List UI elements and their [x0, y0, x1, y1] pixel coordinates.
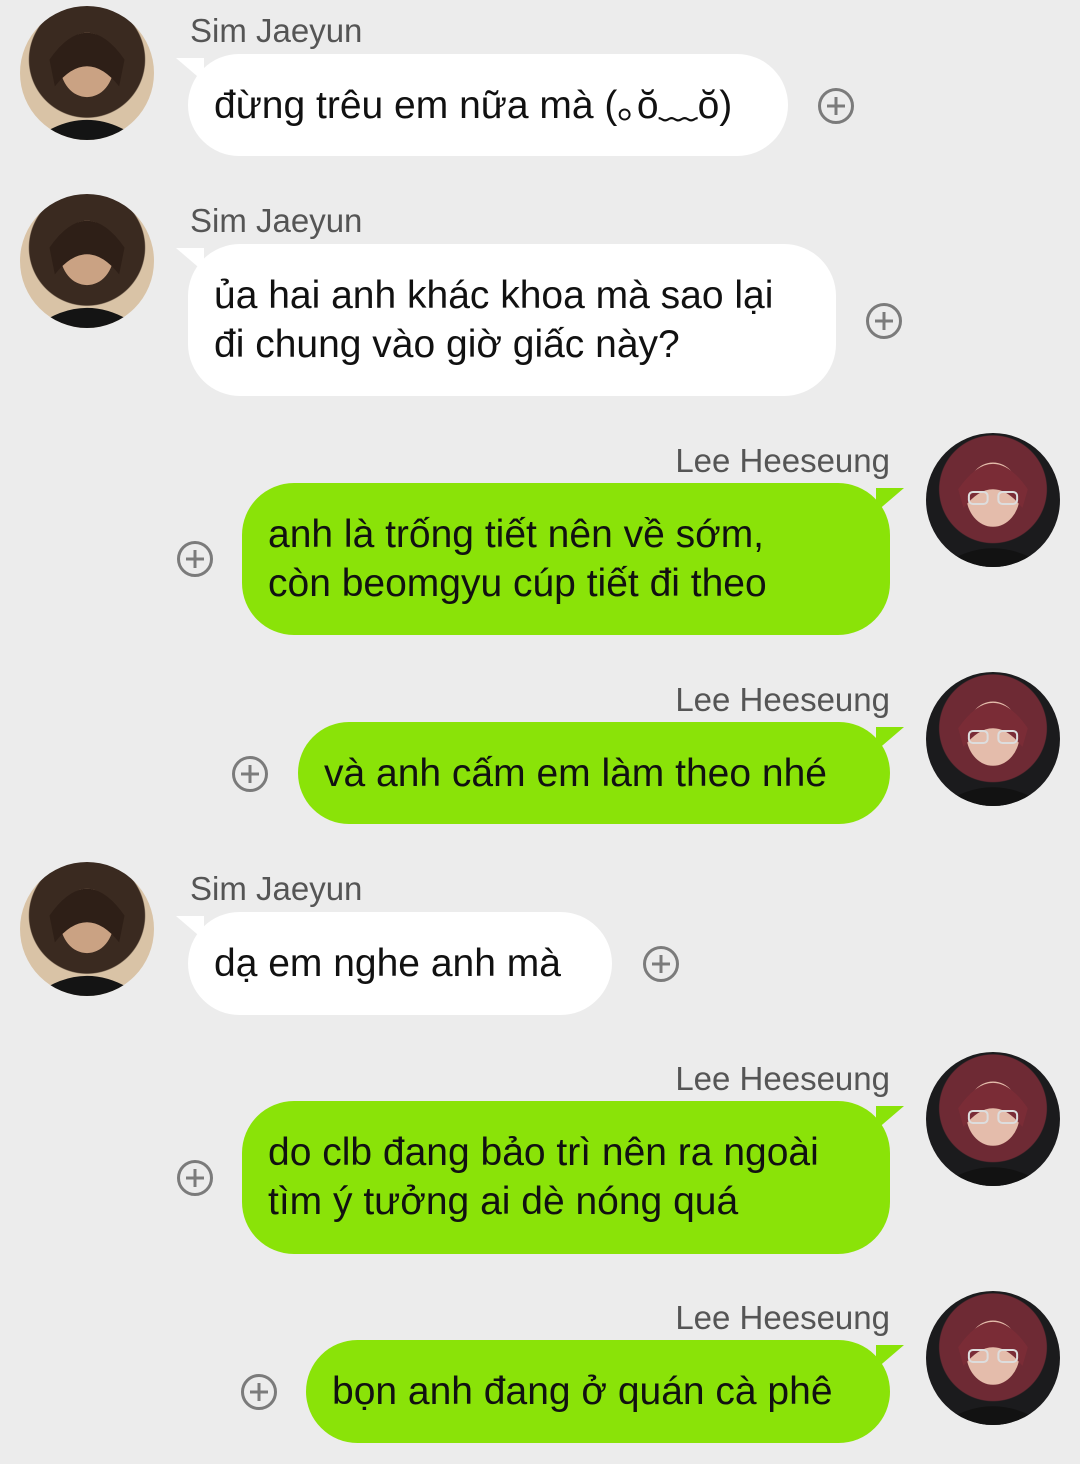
avatar[interactable]	[926, 1052, 1060, 1186]
avatar-image	[33, 32, 141, 140]
sender-name: Lee Heeseung	[675, 681, 890, 718]
avatar-image	[939, 462, 1047, 567]
avatar-image	[939, 1320, 1047, 1425]
sender-name: Sim Jaeyun	[190, 12, 363, 49]
avatar-image	[939, 1081, 1047, 1186]
avatar[interactable]	[20, 194, 154, 328]
sender-name: Lee Heeseung	[675, 1299, 890, 1336]
avatar[interactable]	[926, 1291, 1060, 1425]
chat-thread: Sim Jaeyun đừng trêu em nữa mà (｡ŏ﹏ŏ) Si…	[0, 0, 1080, 1464]
sender-name: Sim Jaeyun	[190, 202, 363, 239]
message-bubble[interactable]: anh là trống tiết nên về sớm, còn beomgy…	[242, 483, 890, 635]
avatar[interactable]	[926, 672, 1060, 806]
plus-circle-icon[interactable]	[643, 946, 679, 982]
message-bubble[interactable]: bọn anh đang ở quán cà phê	[306, 1340, 890, 1443]
plus-circle-icon[interactable]	[177, 1160, 213, 1196]
plus-circle-icon[interactable]	[818, 88, 854, 124]
avatar[interactable]	[926, 433, 1060, 567]
avatar-image	[33, 888, 141, 996]
message-bubble[interactable]: do clb đang bảo trì nên ra ngoài tìm ý t…	[242, 1101, 890, 1254]
plus-circle-icon[interactable]	[177, 541, 213, 577]
plus-circle-icon[interactable]	[232, 756, 268, 792]
avatar-image	[939, 701, 1047, 806]
message-bubble[interactable]: đừng trêu em nữa mà (｡ŏ﹏ŏ)	[188, 54, 788, 156]
avatar[interactable]	[20, 6, 154, 140]
plus-circle-icon[interactable]	[866, 303, 902, 339]
message-bubble[interactable]: ủa hai anh khác khoa mà sao lại đi chung…	[188, 244, 836, 396]
sender-name: Lee Heeseung	[675, 1060, 890, 1097]
message-bubble[interactable]: dạ em nghe anh mà	[188, 912, 612, 1015]
message-bubble[interactable]: và anh cấm em làm theo nhé	[298, 722, 890, 824]
sender-name: Sim Jaeyun	[190, 870, 363, 907]
plus-circle-icon[interactable]	[241, 1374, 277, 1410]
avatar-image	[33, 220, 141, 328]
sender-name: Lee Heeseung	[675, 442, 890, 479]
avatar[interactable]	[20, 862, 154, 996]
